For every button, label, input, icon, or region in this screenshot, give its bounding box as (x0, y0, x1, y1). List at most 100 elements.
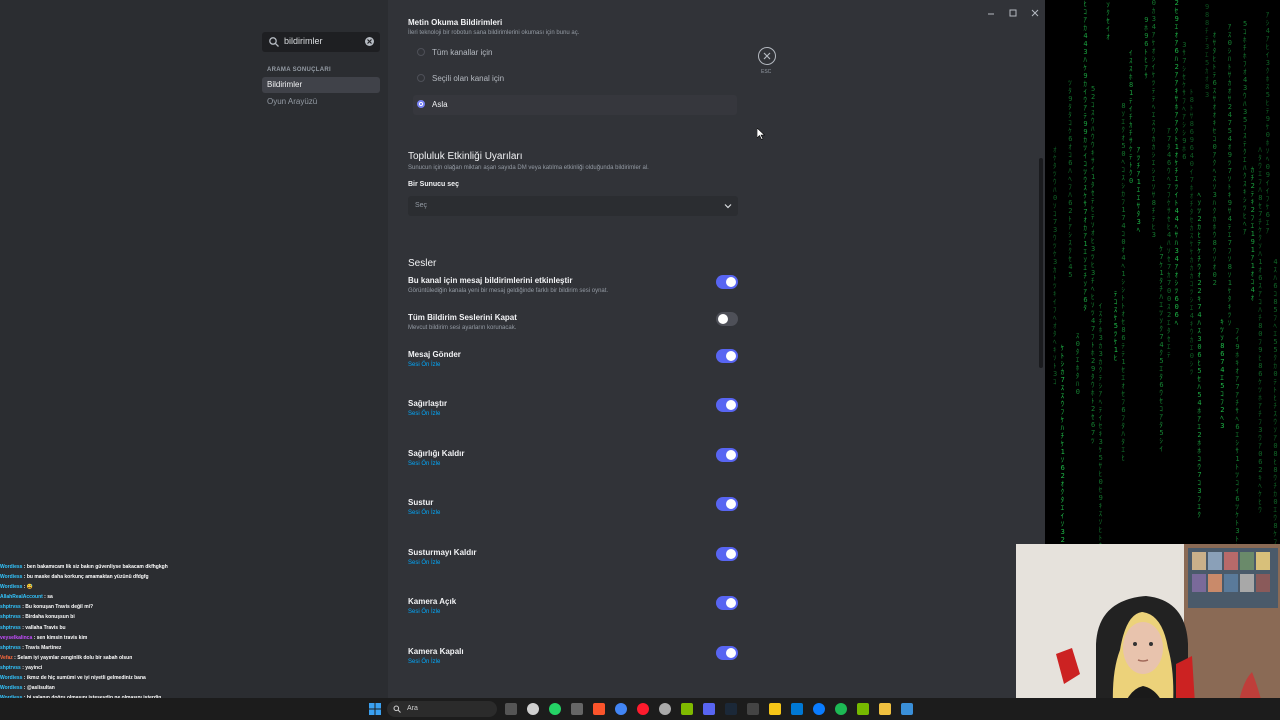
sound-row-title: Kamera Kapalı (408, 647, 464, 656)
toggle-kamera-acik[interactable] (716, 596, 738, 610)
sound-row-title: Sağırlaştır (408, 399, 448, 408)
server-select[interactable]: Seç (408, 196, 738, 216)
matrix-column: ﾊﾀｳｴﾌﾊ8ｾ7ﾁｹｸｿﾊ1ｵ6ｽｱｺﾊﾁ80ﾌ9ﾋ86ｹﾂﾎｱﾁﾌ3ｳｱ06… (1258, 146, 1263, 514)
chat-text: : ben bakamıcam lik siz bakın güvenliyse… (22, 564, 168, 570)
search-value: bildirimler (284, 36, 323, 46)
chat-text: : sen kimsin travis kim (32, 634, 88, 641)
spotify-icon[interactable] (835, 703, 847, 715)
toggle-kamera-kapali[interactable] (716, 646, 738, 660)
close-window-icon[interactable] (1031, 4, 1039, 17)
chat-message: Vefaz : Selam iyi yayınlar zenginlik dol… (0, 653, 260, 663)
toggle-mesaj-gonder[interactable] (716, 349, 738, 363)
chatgpt-icon[interactable] (527, 703, 539, 715)
chat-text: : Bu konuşan Travis değil mi? (20, 604, 94, 611)
chat-username: shptrvss (0, 664, 21, 671)
sound-row-desc: Mevcut bildirim sesi ayarların korunacak… (408, 325, 517, 331)
window-controls (987, 4, 1039, 17)
windows-start-icon[interactable] (369, 703, 381, 715)
toggle-channel-message-sound[interactable] (716, 275, 738, 289)
matrix-column: 3ｻ7ｼｾｹｻﾌﾍｱｼｼ9ﾎ6 (1182, 41, 1187, 161)
chat-message: shptrvss : yayinci (0, 663, 260, 673)
chat-username: shptrvss (0, 604, 21, 611)
nvidia-icon[interactable] (857, 703, 869, 715)
maximize-icon[interactable] (1009, 4, 1017, 17)
chat-text: : yayinci (20, 664, 43, 671)
radio-tum-kanallar[interactable]: Tüm kanallar için (413, 43, 737, 63)
app-icon[interactable] (901, 703, 913, 715)
sound-row-title: Bu kanal için mesaj bildirimlerini etkin… (408, 276, 573, 285)
preview-sound-link[interactable]: Sesi Ön İzle (408, 560, 440, 566)
chat-message: Wordiess : ikmız de hiç sumümi ve iyi ni… (0, 673, 260, 683)
chat-username: veyselkalinca (0, 634, 33, 641)
preview-sound-link[interactable]: Sesi Ön İzle (408, 510, 440, 516)
file-explorer-icon[interactable] (879, 703, 891, 715)
app-icon[interactable] (747, 703, 759, 715)
preview-sound-link[interactable]: Sesi Ön İzle (408, 411, 440, 417)
sound-row-desc: Görüntülediğin kanala yeni bir mesaj gel… (408, 288, 609, 294)
preview-sound-link[interactable]: Sesi Ön İzle (408, 659, 440, 665)
chat-username: Wordiess (0, 564, 23, 570)
toggle-sagirlastir[interactable] (716, 398, 738, 412)
radio-secili-kanal[interactable]: Seçili olan kanal için (413, 69, 737, 89)
radio-asla[interactable]: Asla (413, 95, 737, 115)
whatsapp-icon[interactable] (549, 703, 561, 715)
chat-username: shptrvss (0, 614, 21, 621)
chat-username: Vefaz (0, 654, 13, 661)
chat-message: shptrvss : Birdaha konuşsun bi (0, 612, 260, 622)
matrix-column: 4ｽﾊ6ｺ85ﾌﾍｴ55ｸｶ0ﾃﾄﾋﾁｽｳｿｱ08ﾋ8ｳﾁｶ0ｴｳ8ｹﾌｶｻ (1273, 258, 1278, 562)
brave-icon[interactable] (593, 703, 605, 715)
sound-row-title: Kamera Açık (408, 597, 457, 606)
opera-icon[interactable] (637, 703, 649, 715)
sounds-title: Sesler (408, 258, 437, 269)
toggle-sagirligi-kaldir[interactable] (716, 448, 738, 462)
app-icon[interactable] (571, 703, 583, 715)
chat-text: : vallaha Travis bu (20, 624, 66, 631)
chat-message: AllahRealAccount : sa (0, 592, 260, 602)
steam-icon[interactable] (725, 703, 737, 715)
matrix-column: 8ｿｴｸｵ50ﾍｺｽｼｶﾌ174ｺ0ｵ4ﾍ1ｼｼﾄﾄｵｾ86ﾃﾃ1ｾｴｵｾﾌ6ﾌ… (1121, 102, 1126, 462)
app-icon[interactable] (681, 703, 693, 715)
preview-sound-link[interactable]: Sesi Ön İzle (408, 461, 440, 467)
matrix-column: ｵｻﾀﾋﾄﾃ6ｽｻｵｵｷｾｺ0ｱｸﾍｽｿ3ﾊｸｶﾎｳ8ｳｿｵ02 (1212, 31, 1217, 287)
clear-search-icon[interactable] (365, 37, 374, 46)
chat-username: Wordiess (0, 675, 23, 682)
sound-row-title: Sustur (408, 498, 434, 507)
matrix-column: 5ｺﾎﾁﾎﾌｵ43ｳﾊ35ﾌｽﾃｸｴﾊｸｽｷｼﾂﾋﾍｱ (1243, 20, 1248, 236)
radio-label: Seçili olan kanal için (432, 74, 505, 83)
matrix-column: ﾋｺｱｶ443ﾊｹ9ｶｲｳｱﾃ99ｶﾂｲｺﾂｳｽｹｻ7ｵｶｱ1ｴｿｴﾁｿｱ6ﾀ (1083, 0, 1088, 312)
toggle-susturmayi-kaldir[interactable] (716, 547, 738, 561)
app-icon[interactable] (769, 703, 781, 715)
chat-text: : sa (42, 594, 53, 601)
matrix-column: ｵｹﾀﾂｳﾊ0ｿｺ73ｳﾂｹ3ｶﾄﾂｷｲﾌﾍｵﾀﾍｷｿﾄ3ｺ (1053, 146, 1058, 386)
matrix-column: ｶﾁ2ﾃｷ2ﾌｴ191ｱ1ｵｺ4ｵ (1250, 166, 1255, 302)
chevron-down-icon (724, 204, 732, 209)
radio-label: Asla (432, 100, 448, 109)
settings-scrollbar[interactable] (1039, 158, 1043, 368)
mouse-cursor-icon (757, 128, 765, 140)
chrome-icon[interactable] (615, 703, 627, 715)
task-view-icon[interactable] (505, 703, 517, 715)
taskbar-search[interactable]: Ara (387, 701, 497, 717)
edge-icon[interactable] (813, 703, 825, 715)
radio-label: Tüm kanallar için (432, 48, 493, 57)
discord-icon[interactable] (703, 703, 715, 715)
chat-text: : bu maske daha korkunç amamaktan yüzünü… (22, 574, 149, 581)
matrix-column: ｹ7ｹ1ﾀﾁﾊｴﾂｿｸ74ｸ5ｴﾀ6ｳｾｺｱﾀ5ｼｲ (1159, 245, 1164, 453)
preview-sound-link[interactable]: Sesi Ön İzle (408, 362, 440, 368)
close-settings-button[interactable] (758, 47, 776, 65)
app-icon[interactable] (791, 703, 803, 715)
toggle-mute-all-sounds[interactable] (716, 312, 738, 326)
chat-text: : 😅 (22, 584, 34, 591)
matrix-column: 5ﾀﾄﾋｴｿｸｾｲｵ (1106, 0, 1110, 41)
preview-sound-link[interactable]: Sesi Ön İzle (408, 609, 440, 615)
settings-search-input[interactable]: bildirimler (262, 32, 380, 52)
chat-text: : Birdaha konuşsun bi (20, 614, 75, 621)
obs-icon[interactable] (659, 703, 671, 715)
sidebar-item-bildirimler[interactable]: Bildirimler (262, 77, 380, 93)
minimize-icon[interactable] (987, 4, 995, 15)
toggle-sustur[interactable] (716, 497, 738, 511)
chat-text: : Selam iyi yayınlar zenginlik dolu bir … (12, 654, 133, 661)
sidebar-item-oyun-arayuzu[interactable]: Oyun Arayüzü (262, 94, 380, 110)
matrix-column: ｲｽｽﾎ81ﾃｲﾁｶﾁｻｹﾃﾄｸ0 (1129, 49, 1134, 185)
matrix-column: 9ﾎ96ﾄﾋｱｻ (1144, 16, 1149, 80)
